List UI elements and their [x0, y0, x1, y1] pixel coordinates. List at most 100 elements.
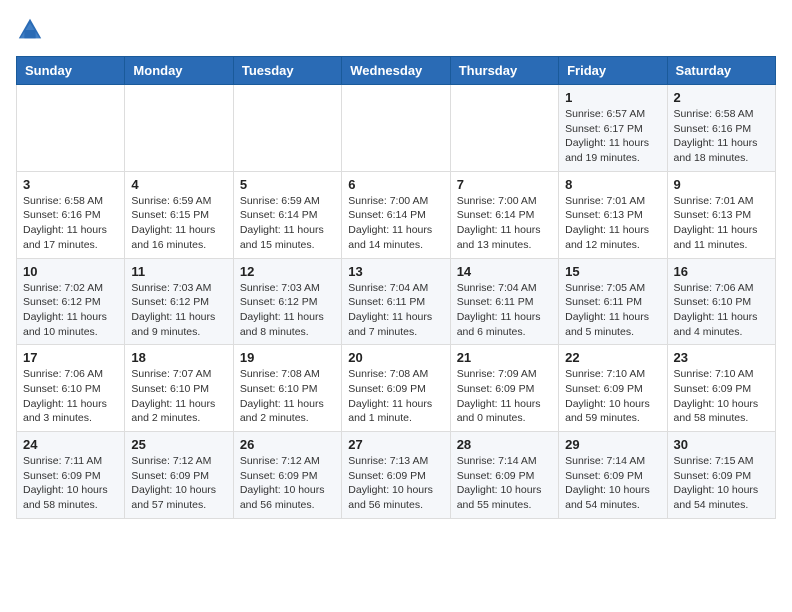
day-number: 17	[23, 350, 118, 365]
calendar-cell: 6 Sunrise: 7:00 AM Sunset: 6:14 PM Daylig…	[342, 171, 450, 258]
day-number: 26	[240, 437, 335, 452]
day-info: Sunrise: 7:13 AM Sunset: 6:09 PM Dayligh…	[348, 454, 443, 513]
calendar-cell: 25Sunrise: 7:12 AM Sunset: 6:09 PM Dayli…	[125, 432, 233, 519]
page-header	[16, 16, 776, 44]
calendar-cell: 16 Sunrise: 7:06 AM Sunset: 6:10 PM Dayli…	[667, 258, 775, 345]
day-number: 22	[565, 350, 660, 365]
day-info: Sunrise: 7:04 AM Sunset: 6:11 PM Dayligh…	[457, 281, 552, 340]
day-info: Sunrise: 7:12 AM Sunset: 6:09 PM Dayligh…	[240, 454, 335, 513]
calendar-cell: 2Sunrise: 6:58 AM Sunset: 6:16 PM Daylig…	[667, 85, 775, 172]
calendar-cell	[233, 85, 341, 172]
day-info: Sunrise: 7:10 AM Sunset: 6:09 PM Dayligh…	[674, 367, 769, 426]
calendar-week-row: 3 Sunrise: 6:58 AM Sunset: 6:16 PM Daylig…	[17, 171, 776, 258]
day-info: Sunrise: 7:14 AM Sunset: 6:09 PM Dayligh…	[565, 454, 660, 513]
weekday-header-sunday: Sunday	[17, 57, 125, 85]
day-number: 24	[23, 437, 118, 452]
calendar-cell: 9 Sunrise: 7:01 AM Sunset: 6:13 PM Daylig…	[667, 171, 775, 258]
day-number: 29	[565, 437, 660, 452]
day-info: Sunrise: 6:59 AM Sunset: 6:14 PM Dayligh…	[240, 194, 335, 253]
calendar-cell: 18 Sunrise: 7:07 AM Sunset: 6:10 PM Dayli…	[125, 345, 233, 432]
calendar-cell: 17 Sunrise: 7:06 AM Sunset: 6:10 PM Dayli…	[17, 345, 125, 432]
calendar-table: SundayMondayTuesdayWednesdayThursdayFrid…	[16, 56, 776, 519]
day-number: 19	[240, 350, 335, 365]
weekday-header-row: SundayMondayTuesdayWednesdayThursdayFrid…	[17, 57, 776, 85]
day-info: Sunrise: 7:01 AM Sunset: 6:13 PM Dayligh…	[565, 194, 660, 253]
day-number: 5	[240, 177, 335, 192]
calendar-cell: 15 Sunrise: 7:05 AM Sunset: 6:11 PM Dayli…	[559, 258, 667, 345]
day-number: 28	[457, 437, 552, 452]
day-info: Sunrise: 6:57 AM Sunset: 6:17 PM Dayligh…	[565, 107, 660, 166]
calendar-cell	[17, 85, 125, 172]
day-info: Sunrise: 7:07 AM Sunset: 6:10 PM Dayligh…	[131, 367, 226, 426]
calendar-cell: 24 Sunrise: 7:11 AM Sunset: 6:09 PM Dayli…	[17, 432, 125, 519]
weekday-header-wednesday: Wednesday	[342, 57, 450, 85]
day-number: 10	[23, 264, 118, 279]
calendar-cell: 5 Sunrise: 6:59 AM Sunset: 6:14 PM Daylig…	[233, 171, 341, 258]
calendar-cell: 22 Sunrise: 7:10 AM Sunset: 6:09 PM Dayli…	[559, 345, 667, 432]
day-number: 14	[457, 264, 552, 279]
logo-icon	[16, 16, 44, 44]
calendar-week-row: 24 Sunrise: 7:11 AM Sunset: 6:09 PM Dayli…	[17, 432, 776, 519]
day-number: 1	[565, 90, 660, 105]
day-number: 25	[131, 437, 226, 452]
calendar-cell: 10 Sunrise: 7:02 AM Sunset: 6:12 PM Dayli…	[17, 258, 125, 345]
calendar-cell: 23 Sunrise: 7:10 AM Sunset: 6:09 PM Dayli…	[667, 345, 775, 432]
day-info: Sunrise: 7:15 AM Sunset: 6:09 PM Dayligh…	[674, 454, 769, 513]
day-info: Sunrise: 7:00 AM Sunset: 6:14 PM Dayligh…	[348, 194, 443, 253]
calendar-cell: 11 Sunrise: 7:03 AM Sunset: 6:12 PM Dayli…	[125, 258, 233, 345]
day-number: 16	[674, 264, 769, 279]
day-number: 3	[23, 177, 118, 192]
day-number: 27	[348, 437, 443, 452]
calendar-cell: 19 Sunrise: 7:08 AM Sunset: 6:10 PM Dayli…	[233, 345, 341, 432]
day-info: Sunrise: 7:06 AM Sunset: 6:10 PM Dayligh…	[23, 367, 118, 426]
day-info: Sunrise: 6:58 AM Sunset: 6:16 PM Dayligh…	[674, 107, 769, 166]
calendar-cell: 14 Sunrise: 7:04 AM Sunset: 6:11 PM Dayli…	[450, 258, 558, 345]
calendar-cell: 8 Sunrise: 7:01 AM Sunset: 6:13 PM Daylig…	[559, 171, 667, 258]
calendar-cell	[342, 85, 450, 172]
weekday-header-friday: Friday	[559, 57, 667, 85]
calendar-cell: 3 Sunrise: 6:58 AM Sunset: 6:16 PM Daylig…	[17, 171, 125, 258]
calendar-cell	[125, 85, 233, 172]
calendar-cell: 26 Sunrise: 7:12 AM Sunset: 6:09 PM Dayli…	[233, 432, 341, 519]
calendar-cell: 7Sunrise: 7:00 AM Sunset: 6:14 PM Daylig…	[450, 171, 558, 258]
calendar-cell: 28Sunrise: 7:14 AM Sunset: 6:09 PM Dayli…	[450, 432, 558, 519]
calendar-cell	[450, 85, 558, 172]
calendar-cell: 27 Sunrise: 7:13 AM Sunset: 6:09 PM Dayli…	[342, 432, 450, 519]
day-number: 8	[565, 177, 660, 192]
day-number: 7	[457, 177, 552, 192]
day-number: 30	[674, 437, 769, 452]
day-info: Sunrise: 7:02 AM Sunset: 6:12 PM Dayligh…	[23, 281, 118, 340]
day-info: Sunrise: 7:05 AM Sunset: 6:11 PM Dayligh…	[565, 281, 660, 340]
calendar-cell: 13 Sunrise: 7:04 AM Sunset: 6:11 PM Dayli…	[342, 258, 450, 345]
day-info: Sunrise: 7:06 AM Sunset: 6:10 PM Dayligh…	[674, 281, 769, 340]
weekday-header-saturday: Saturday	[667, 57, 775, 85]
day-info: Sunrise: 7:03 AM Sunset: 6:12 PM Dayligh…	[240, 281, 335, 340]
day-info: Sunrise: 6:59 AM Sunset: 6:15 PM Dayligh…	[131, 194, 226, 253]
calendar-week-row: 10 Sunrise: 7:02 AM Sunset: 6:12 PM Dayli…	[17, 258, 776, 345]
day-number: 13	[348, 264, 443, 279]
weekday-header-tuesday: Tuesday	[233, 57, 341, 85]
day-number: 4	[131, 177, 226, 192]
calendar-cell: 30 Sunrise: 7:15 AM Sunset: 6:09 PM Dayli…	[667, 432, 775, 519]
day-number: 15	[565, 264, 660, 279]
day-info: Sunrise: 7:03 AM Sunset: 6:12 PM Dayligh…	[131, 281, 226, 340]
day-info: Sunrise: 7:11 AM Sunset: 6:09 PM Dayligh…	[23, 454, 118, 513]
calendar-cell: 1 Sunrise: 6:57 AM Sunset: 6:17 PM Daylig…	[559, 85, 667, 172]
day-info: Sunrise: 7:08 AM Sunset: 6:10 PM Dayligh…	[240, 367, 335, 426]
day-number: 6	[348, 177, 443, 192]
day-number: 18	[131, 350, 226, 365]
day-number: 23	[674, 350, 769, 365]
day-info: Sunrise: 7:10 AM Sunset: 6:09 PM Dayligh…	[565, 367, 660, 426]
weekday-header-monday: Monday	[125, 57, 233, 85]
weekday-header-thursday: Thursday	[450, 57, 558, 85]
day-info: Sunrise: 7:04 AM Sunset: 6:11 PM Dayligh…	[348, 281, 443, 340]
day-info: Sunrise: 7:09 AM Sunset: 6:09 PM Dayligh…	[457, 367, 552, 426]
day-number: 20	[348, 350, 443, 365]
day-info: Sunrise: 6:58 AM Sunset: 6:16 PM Dayligh…	[23, 194, 118, 253]
day-info: Sunrise: 7:01 AM Sunset: 6:13 PM Dayligh…	[674, 194, 769, 253]
calendar-week-row: 1 Sunrise: 6:57 AM Sunset: 6:17 PM Daylig…	[17, 85, 776, 172]
day-number: 9	[674, 177, 769, 192]
calendar-cell: 4 Sunrise: 6:59 AM Sunset: 6:15 PM Daylig…	[125, 171, 233, 258]
day-number: 11	[131, 264, 226, 279]
calendar-week-row: 17 Sunrise: 7:06 AM Sunset: 6:10 PM Dayli…	[17, 345, 776, 432]
